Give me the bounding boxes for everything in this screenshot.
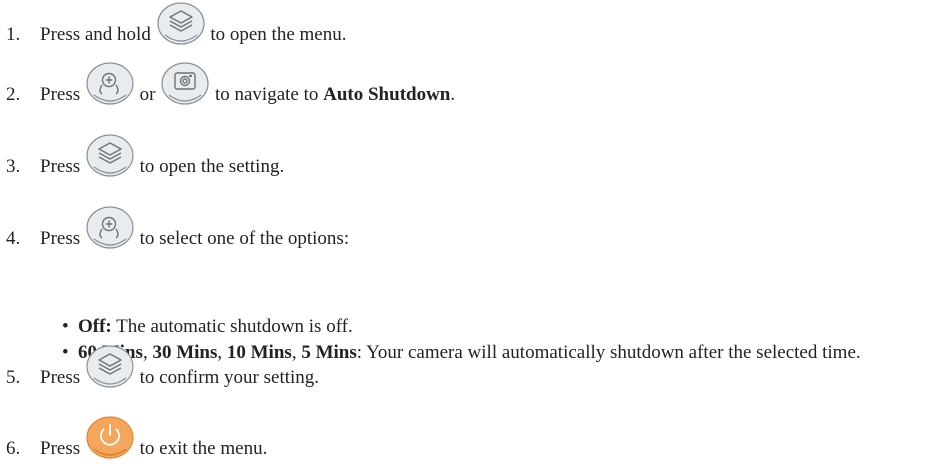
- power-icon: [85, 415, 135, 460]
- bullet-marker: •: [62, 316, 69, 337]
- layers-menu-icon: [156, 1, 206, 46]
- step-text-before: Press: [40, 228, 81, 249]
- step-2: 2. Press or to navigate to Auto Shutdown…: [0, 60, 945, 110]
- step-text-before: Press: [40, 84, 81, 105]
- step-text: Press to exit the menu.: [40, 415, 267, 460]
- zoom-icon: [85, 61, 135, 106]
- list-item: • Off: The automatic shutdown is off.: [60, 314, 940, 340]
- step-text-before: Press: [40, 156, 81, 177]
- step-number: 4.: [6, 228, 21, 249]
- step-text-after: to select one of the options:: [139, 228, 350, 249]
- step-text-before: Press and hold: [40, 24, 151, 45]
- step-number: 6.: [6, 438, 21, 459]
- option-off-text: The automatic shutdown is off.: [111, 316, 353, 337]
- step-text-after: to exit the menu.: [139, 438, 268, 459]
- step-number: 2.: [6, 84, 21, 105]
- step-6: 6. Press to exit the menu.: [0, 414, 945, 464]
- step-text: Press to select one of the options:: [40, 205, 349, 250]
- step-text-after: to open the setting.: [139, 156, 285, 177]
- layers-menu-icon: [85, 133, 135, 178]
- step-text-or: or: [139, 84, 156, 105]
- step-text: Press to confirm your setting.: [40, 344, 319, 389]
- step-text-end: .: [450, 84, 456, 105]
- step-3: 3. Press to open the setting.: [0, 132, 945, 182]
- step-text: Press and hold to open the menu.: [40, 1, 346, 46]
- step-4: 4. Press to select one of the options:: [0, 204, 945, 254]
- step-text-before: Press: [40, 367, 81, 388]
- step-1: 1. Press and hold to open the menu.: [0, 0, 945, 50]
- zoom-icon: [85, 205, 135, 250]
- step-text-after: to open the menu.: [210, 24, 347, 45]
- step-text-after: to confirm your setting.: [139, 367, 320, 388]
- step-text-after: to navigate to: [214, 84, 319, 105]
- step-text: Press or to navigate to Auto Shutdown.: [40, 61, 455, 106]
- step-number: 3.: [6, 156, 21, 177]
- step-number: 5.: [6, 367, 21, 388]
- step-5: 5. Press to confirm your setting.: [0, 343, 945, 393]
- step-text-before: Press: [40, 438, 81, 459]
- step-number: 1.: [6, 24, 21, 45]
- step-text: Press to open the setting.: [40, 133, 284, 178]
- layers-menu-icon: [85, 344, 135, 389]
- auto-shutdown-label: Auto Shutdown: [323, 84, 451, 105]
- option-off-label: Off:: [78, 316, 112, 337]
- camera-icon: [160, 61, 210, 106]
